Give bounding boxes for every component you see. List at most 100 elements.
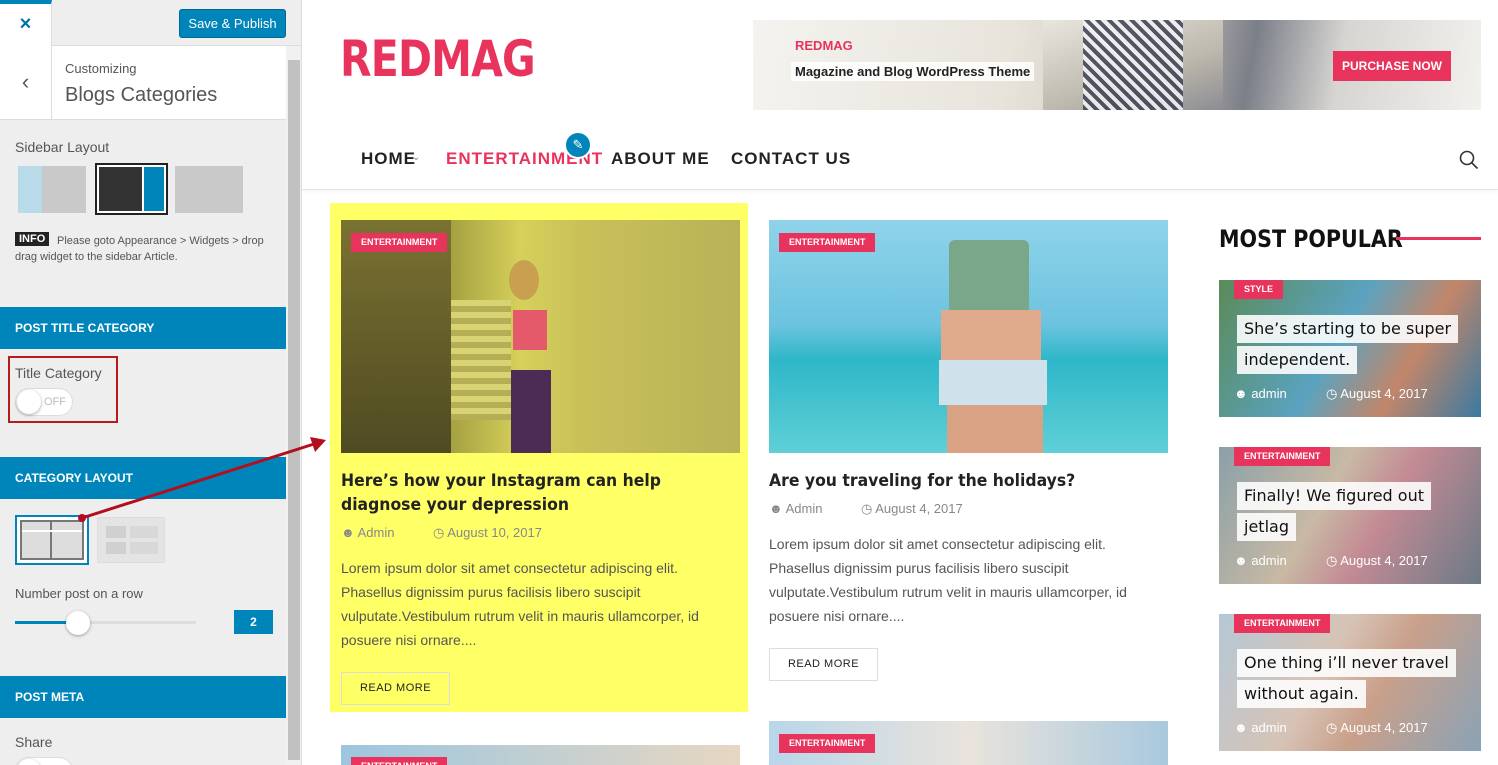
toggle-knob: [17, 390, 41, 414]
image-shorts: [939, 360, 1047, 405]
popular-post-title-line2[interactable]: jetlag: [1237, 513, 1296, 541]
author-name: admin: [1251, 386, 1287, 401]
nav-contact-us[interactable]: CONTACT US: [731, 149, 851, 169]
banner-bag: [1083, 20, 1183, 110]
category-badge[interactable]: ENTERTAINMENT: [351, 233, 448, 252]
author-name: Admin: [785, 501, 823, 516]
read-more-button[interactable]: READ MORE: [769, 648, 878, 681]
author-name: Admin: [357, 525, 395, 540]
slider-handle[interactable]: [66, 611, 90, 635]
nav-home[interactable]: HOME: [361, 149, 416, 169]
post-title[interactable]: Are you traveling for the holidays?: [769, 469, 1155, 493]
layout-option-left-sidebar[interactable]: [18, 166, 86, 213]
most-popular-heading: MOST POPULAR: [1219, 225, 1403, 253]
layout-option-no-sidebar[interactable]: [175, 166, 243, 213]
heading-underline: [1396, 237, 1481, 240]
post-date: ◷ August 10, 2017: [433, 525, 542, 541]
popular-post-card[interactable]: STYLE She’s starting to be super indepen…: [1219, 280, 1481, 417]
image-top: [949, 240, 1029, 310]
date-text: August 4, 2017: [1340, 553, 1428, 568]
post-author[interactable]: ☻ Admin: [769, 501, 822, 516]
image-head: [509, 260, 539, 300]
category-badge[interactable]: STYLE: [1234, 280, 1284, 299]
share-label: Share: [15, 734, 53, 750]
save-publish-button[interactable]: Save & Publish: [179, 9, 286, 38]
banner-brand: REDMAG: [795, 38, 853, 53]
layout-option-right-sidebar[interactable]: [95, 163, 168, 215]
popular-post-author: ☻ admin: [1234, 720, 1287, 735]
image-pants: [511, 370, 551, 453]
author-name: admin: [1251, 553, 1287, 568]
read-more-button[interactable]: READ MORE: [341, 672, 450, 705]
user-icon: ☻: [341, 525, 355, 540]
sidebar-block: [144, 167, 164, 211]
popular-post-title-line2[interactable]: without again.: [1237, 680, 1366, 708]
header-banner[interactable]: REDMAG Magazine and Blog WordPress Theme…: [753, 20, 1481, 110]
site-preview: REDMAG REDMAG Magazine and Blog WordPres…: [302, 0, 1498, 765]
section-header: ‹ Customizing Blogs Categories: [0, 46, 286, 120]
date-text: August 4, 2017: [1340, 386, 1428, 401]
category-badge[interactable]: ENTERTAINMENT: [1234, 447, 1331, 466]
info-badge: INFO: [15, 232, 50, 246]
back-arrow-icon[interactable]: ‹: [0, 46, 52, 120]
popular-post-title-line1[interactable]: One thing i’ll never travel: [1237, 649, 1456, 677]
clock-icon: ◷: [861, 501, 873, 516]
post-image[interactable]: [769, 220, 1168, 453]
author-name: admin: [1251, 720, 1287, 735]
site-logo[interactable]: REDMAG: [340, 30, 536, 88]
clock-icon: ◷: [1326, 553, 1338, 568]
close-icon[interactable]: ×: [0, 0, 52, 46]
toggle-knob: [17, 759, 41, 765]
nav-about-me[interactable]: ABOUT ME: [611, 149, 710, 169]
image-railing: [341, 220, 451, 453]
post-image[interactable]: [341, 220, 740, 453]
main-navigation: HOME ENTERTAINMENT ABOUT ME CONTACT US: [302, 130, 1498, 190]
post-author[interactable]: ☻ Admin: [341, 525, 394, 540]
title-category-label: Title Category: [15, 365, 102, 381]
popular-post-date: ◷ August 4, 2017: [1326, 386, 1428, 402]
post-date: ◷ August 4, 2017: [861, 501, 963, 517]
category-layout-heading: CATEGORY LAYOUT: [0, 457, 286, 499]
image-legs: [947, 405, 1043, 453]
date-text: August 10, 2017: [447, 525, 542, 540]
popular-post-card[interactable]: ENTERTAINMENT Finally! We figured out je…: [1219, 447, 1481, 584]
popular-post-title-line2[interactable]: independent.: [1237, 346, 1358, 374]
clock-icon: ◷: [433, 525, 445, 540]
popular-post-date: ◷ August 4, 2017: [1326, 720, 1428, 736]
toggle-state: OFF: [44, 396, 66, 408]
category-layout-grid[interactable]: [15, 515, 89, 565]
category-badge[interactable]: ENTERTAINMENT: [779, 734, 876, 753]
category-badge[interactable]: ENTERTAINMENT: [1234, 614, 1331, 633]
category-badge[interactable]: ENTERTAINMENT: [351, 757, 448, 765]
breadcrumb: Customizing: [65, 61, 137, 76]
category-badge[interactable]: ENTERTAINMENT: [779, 233, 876, 252]
search-icon[interactable]: [1459, 150, 1479, 170]
sidebar-block: [18, 166, 42, 213]
popular-post-card[interactable]: ENTERTAINMENT One thing i’ll never trave…: [1219, 614, 1481, 751]
purchase-now-button[interactable]: PURCHASE NOW: [1333, 51, 1451, 81]
post-excerpt: Lorem ipsum dolor sit amet consectetur a…: [341, 560, 699, 648]
user-icon: ☻: [1234, 553, 1248, 568]
popular-post-author: ☻ admin: [1234, 386, 1287, 401]
image-stairs: [451, 300, 511, 420]
user-icon: ☻: [1234, 386, 1248, 401]
post-title[interactable]: Here’s how your Instagram can help diagn…: [341, 469, 727, 517]
image-body: [941, 310, 1041, 360]
popular-post-title-line1[interactable]: She’s starting to be super: [1237, 315, 1459, 343]
popular-post-title-line1[interactable]: Finally! We figured out: [1237, 482, 1431, 510]
category-layout-list[interactable]: [97, 517, 165, 563]
clock-icon: ◷: [1326, 386, 1338, 401]
sidebar-layout-label: Sidebar Layout: [15, 139, 110, 155]
title-category-toggle[interactable]: OFF: [15, 388, 73, 416]
share-toggle[interactable]: [15, 757, 73, 765]
date-text: August 4, 2017: [1340, 720, 1428, 735]
edit-pencil-icon[interactable]: ✎: [564, 131, 592, 159]
date-text: August 4, 2017: [875, 501, 963, 516]
scrollbar-thumb[interactable]: [288, 60, 300, 760]
slider-value[interactable]: 2: [234, 610, 273, 634]
clock-icon: ◷: [1326, 720, 1338, 735]
post-meta-heading: POST META: [0, 676, 286, 718]
grid-preview: [20, 520, 84, 560]
post-title-category-heading: POST TITLE CATEGORY: [0, 307, 286, 349]
user-icon: ☻: [769, 501, 783, 516]
